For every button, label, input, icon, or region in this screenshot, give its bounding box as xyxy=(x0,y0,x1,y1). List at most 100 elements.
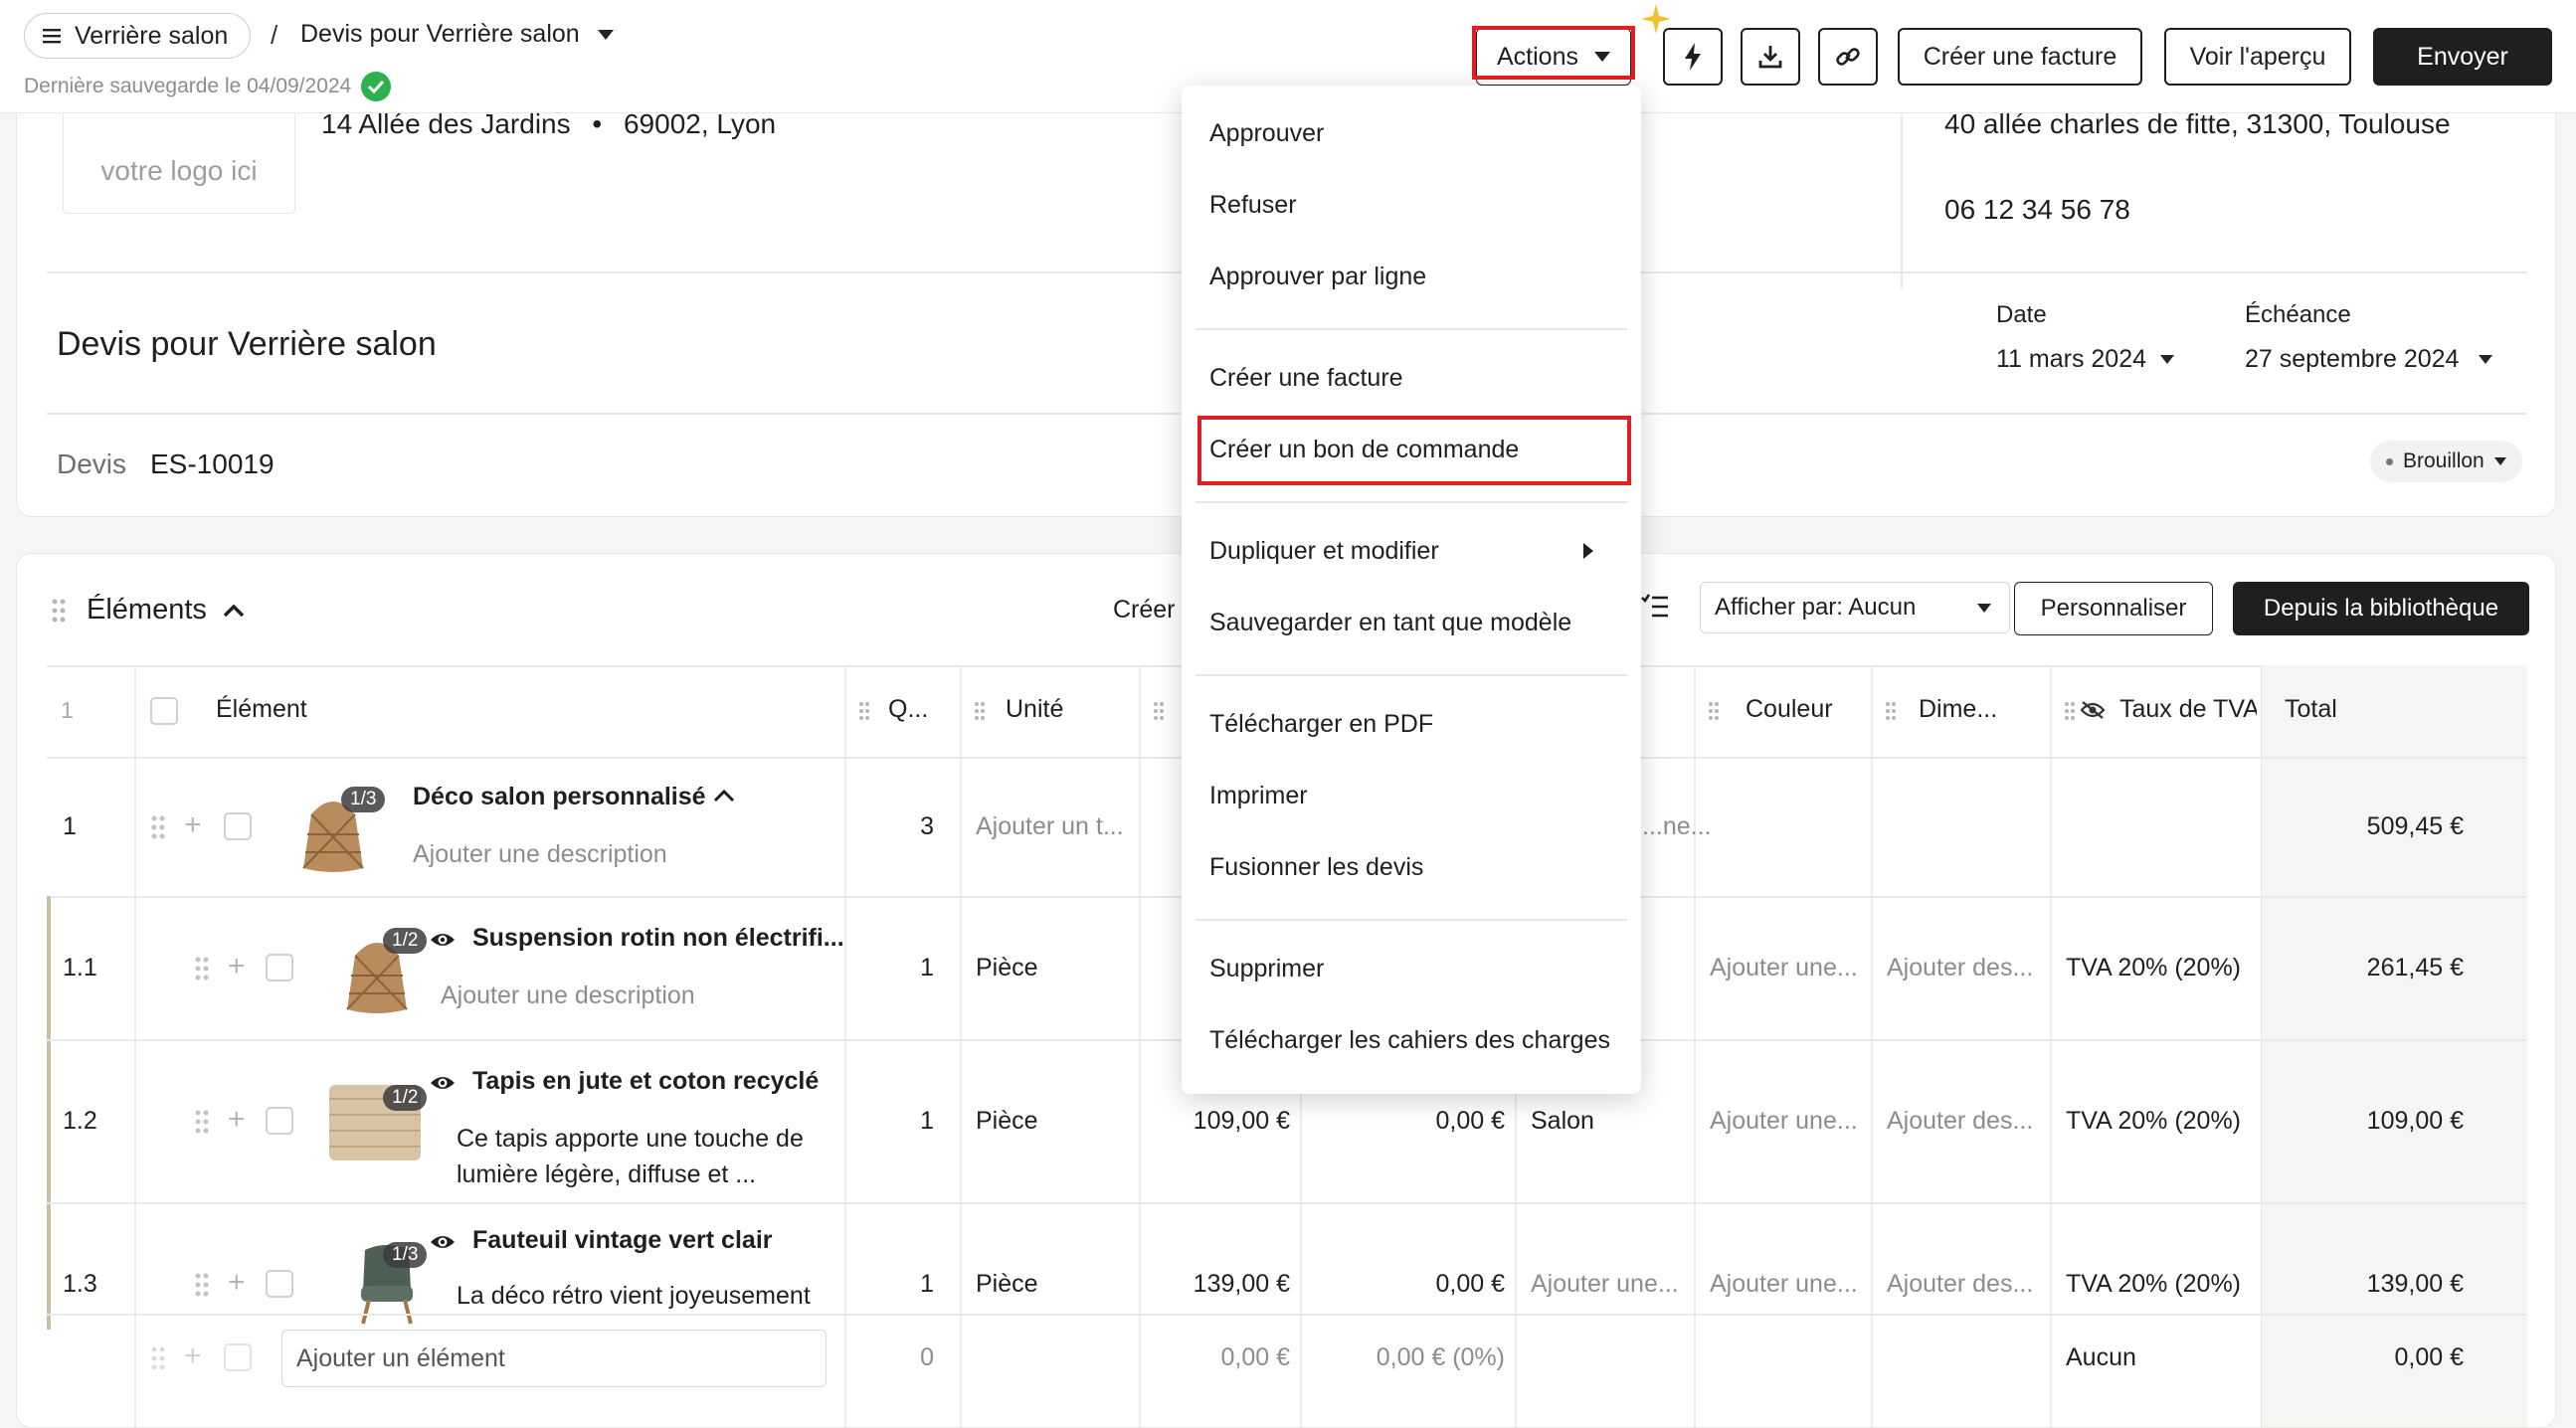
row-checkbox[interactable] xyxy=(266,1270,293,1298)
eye-icon[interactable] xyxy=(429,1232,457,1252)
item-description[interactable]: Ajouter une description xyxy=(441,982,695,1010)
drag-handle-icon[interactable] xyxy=(51,598,67,624)
item-name[interactable]: Fauteuil vintage vert clair xyxy=(472,1226,773,1255)
customize-button[interactable]: Personnaliser xyxy=(2014,582,2213,635)
quote-title[interactable]: Devis pour Verrière salon xyxy=(57,325,437,364)
menu-item-print[interactable]: Imprimer xyxy=(1209,782,1308,810)
column-element-header[interactable]: Élément xyxy=(216,695,307,724)
column-drag-icon[interactable] xyxy=(1153,701,1165,721)
column-index-header: 1 xyxy=(61,697,74,723)
column-drag-icon[interactable] xyxy=(2064,701,2076,721)
status-badge[interactable]: Brouillon xyxy=(2370,441,2522,482)
item-name[interactable]: Déco salon personnalisé xyxy=(413,783,706,811)
drag-handle-icon[interactable] xyxy=(150,814,166,840)
select-all-checkbox[interactable] xyxy=(150,697,178,725)
chevron-up-icon[interactable] xyxy=(713,789,735,803)
item-unit[interactable]: Pièce xyxy=(976,1107,1038,1136)
list-settings-icon[interactable] xyxy=(1640,592,1670,622)
item-room[interactable]: Salon xyxy=(1531,1107,1594,1136)
elements-section-toggle[interactable]: Éléments xyxy=(87,594,245,626)
preview-button[interactable]: Voir l'aperçu xyxy=(2164,28,2351,86)
menu-item-approve[interactable]: Approuver xyxy=(1209,119,1324,148)
column-color-header[interactable]: Couleur xyxy=(1746,695,1833,724)
download-button[interactable] xyxy=(1741,28,1800,86)
add-element-input[interactable]: Ajouter un élément xyxy=(281,1330,827,1387)
add-subitem-icon[interactable]: + xyxy=(184,810,202,840)
drag-handle-icon[interactable] xyxy=(194,1272,210,1298)
column-drag-icon[interactable] xyxy=(1708,701,1720,721)
send-button[interactable]: Envoyer xyxy=(2373,28,2552,86)
column-dimensions-header[interactable]: Dime... xyxy=(1919,695,1997,724)
item-unit[interactable]: Pièce xyxy=(976,954,1038,982)
menu-item-download-specs[interactable]: Télécharger les cahiers des charges xyxy=(1209,1026,1610,1055)
menu-item-create-purchase-order[interactable]: Créer un bon de commande xyxy=(1209,436,1519,464)
column-qty-header[interactable]: Q... xyxy=(888,695,928,724)
project-breadcrumb-button[interactable]: Verrière salon xyxy=(24,13,252,59)
row-checkbox[interactable] xyxy=(266,954,293,982)
add-subitem-icon[interactable]: + xyxy=(228,952,246,982)
column-drag-icon[interactable] xyxy=(1885,701,1897,721)
item-description[interactable]: Ajouter une description xyxy=(413,840,667,869)
drag-handle-icon[interactable] xyxy=(194,956,210,982)
item-discount[interactable]: 0,00 € xyxy=(1385,1107,1505,1136)
menu-item-create-invoice[interactable]: Créer une facture xyxy=(1209,364,1403,393)
item-room[interactable]: Ajouter une... xyxy=(1531,1270,1679,1299)
item-unit-price[interactable]: 109,00 € xyxy=(1171,1107,1290,1136)
item-color[interactable]: Ajouter une... xyxy=(1710,1107,1858,1136)
library-button[interactable]: Depuis la bibliothèque xyxy=(2233,582,2529,635)
column-vat-header[interactable]: Taux de TVA xyxy=(2080,695,2257,724)
item-qty[interactable]: 1 xyxy=(904,1107,934,1136)
menu-item-download-pdf[interactable]: Télécharger en PDF xyxy=(1209,710,1433,739)
link-button[interactable] xyxy=(1818,28,1878,86)
lightning-button[interactable] xyxy=(1663,28,1723,86)
menu-item-delete[interactable]: Supprimer xyxy=(1209,955,1324,983)
item-color[interactable]: Ajouter une... xyxy=(1710,954,1858,982)
drag-handle-icon[interactable] xyxy=(194,1109,210,1135)
column-unit-header[interactable]: Unité xyxy=(1006,695,1063,724)
item-name[interactable]: Tapis en jute et coton recyclé xyxy=(472,1067,819,1096)
menu-item-refuse[interactable]: Refuser xyxy=(1209,191,1297,220)
item-name[interactable]: Suspension rotin non électrifi... xyxy=(472,924,844,953)
item-unit[interactable]: Pièce xyxy=(976,1270,1038,1299)
add-subitem-icon[interactable]: + xyxy=(228,1105,246,1135)
menu-item-save-as-template[interactable]: Sauvegarder en tant que modèle xyxy=(1209,609,1571,637)
row-checkbox[interactable] xyxy=(266,1107,293,1135)
item-description-line2[interactable]: lumière légère, diffuse et ... xyxy=(457,1160,756,1189)
menu-item-merge-quotes[interactable]: Fusionner les devis xyxy=(1209,853,1423,882)
eye-icon[interactable] xyxy=(429,930,457,950)
item-color[interactable]: Ajouter une... xyxy=(1710,1270,1858,1299)
item-vat[interactable]: TVA 20% (20%) xyxy=(2066,1270,2241,1299)
actions-button[interactable]: Actions xyxy=(1476,28,1631,86)
document-title-dropdown[interactable]: Devis pour Verrière salon xyxy=(300,20,614,49)
item-dimensions[interactable]: Ajouter des... xyxy=(1887,954,2033,982)
eye-icon[interactable] xyxy=(429,1073,457,1093)
item-vat[interactable]: TVA 20% (20%) xyxy=(2066,954,2241,982)
item-dimensions[interactable]: Ajouter des... xyxy=(1887,1107,2033,1136)
item-vat[interactable]: TVA 20% (20%) xyxy=(2066,1107,2241,1136)
item-qty[interactable]: 3 xyxy=(904,812,934,841)
item-description[interactable]: La déco rétro vient joyeusement xyxy=(457,1282,811,1311)
item-dimensions[interactable]: Ajouter des... xyxy=(1887,1270,2033,1299)
column-total-header[interactable]: Total xyxy=(2285,695,2337,724)
item-qty[interactable]: 1 xyxy=(904,1270,934,1299)
date-dropdown[interactable]: 11 mars 2024 xyxy=(1996,345,2175,374)
due-date-dropdown[interactable]: 27 septembre 2024 xyxy=(2245,345,2493,374)
item-unit[interactable]: Ajouter un t... xyxy=(976,812,1124,841)
item-discount[interactable]: 0,00 € xyxy=(1385,1270,1505,1299)
date-label: Date xyxy=(1996,301,2047,328)
create-invoice-button[interactable]: Créer une facture xyxy=(1898,28,2142,86)
row-checkbox[interactable] xyxy=(224,812,252,840)
create-button[interactable]: Créer xyxy=(1113,596,1176,625)
quote-number[interactable]: ES-10019 xyxy=(150,448,275,480)
menu-item-duplicate-edit[interactable]: Dupliquer et modifier xyxy=(1209,537,1439,566)
company-logo-placeholder[interactable]: votre logo ici xyxy=(63,100,295,214)
item-unit-price[interactable]: 139,00 € xyxy=(1171,1270,1290,1299)
column-drag-icon[interactable] xyxy=(858,701,870,721)
display-by-dropdown[interactable]: Afficher par: Aucun xyxy=(1700,582,2010,633)
column-drag-icon[interactable] xyxy=(974,701,986,721)
item-room[interactable]: ...ne... xyxy=(1642,812,1711,841)
menu-item-approve-by-line[interactable]: Approuver par ligne xyxy=(1209,263,1426,291)
item-qty[interactable]: 1 xyxy=(904,954,934,982)
add-subitem-icon[interactable]: + xyxy=(228,1268,246,1298)
item-description-line1[interactable]: Ce tapis apporte une touche de xyxy=(457,1125,804,1154)
